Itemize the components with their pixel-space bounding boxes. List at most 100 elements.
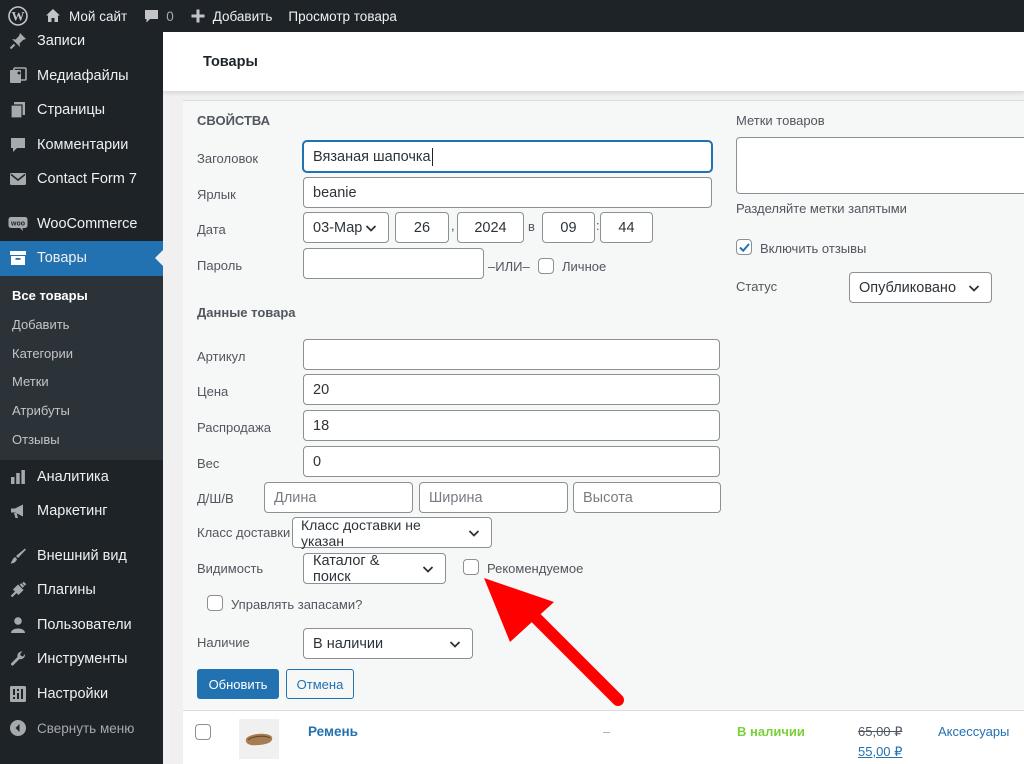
sidebar-item-plugins[interactable]: Плагины [0, 573, 163, 608]
product-tags-label: Метки товаров [736, 113, 825, 128]
view-product-label: Просмотр товара [288, 8, 397, 24]
update-button[interactable]: Обновить [197, 669, 279, 699]
cancel-button[interactable]: Отмена [286, 669, 354, 699]
sidebar-item-marketing[interactable]: Маркетинг [0, 494, 163, 529]
stock-status-select[interactable]: В наличии [303, 628, 473, 659]
sidebar-item-label: Страницы [37, 102, 106, 119]
sidebar-item-tools[interactable]: Инструменты [0, 642, 163, 677]
price-input[interactable]: 20 [303, 374, 720, 405]
submenu-all-products[interactable]: Все товары [0, 282, 163, 311]
shipping-class-value: Класс доставки не указан [301, 516, 421, 549]
status-label: Статус [736, 279, 778, 294]
length-input[interactable]: Длина [264, 482, 413, 513]
stock-status-value: В наличии [313, 635, 384, 652]
height-input[interactable]: Высота [573, 482, 721, 513]
shipping-class-select[interactable]: Класс доставки не указан [292, 516, 492, 549]
sidebar-item-label: WooCommerce [37, 215, 138, 232]
product-thumbnail[interactable] [239, 719, 279, 759]
sidebar-item-analytics[interactable]: Аналитика [0, 460, 163, 495]
submenu-attributes[interactable]: Атрибуты [0, 396, 163, 425]
site-name-link[interactable]: Мой сайт [36, 0, 135, 32]
stock-status-label: Наличие [197, 635, 250, 650]
visibility-select[interactable]: Каталог & поиск [303, 553, 446, 585]
slug-input[interactable]: beanie [303, 177, 712, 208]
sidebar-item-woocommerce[interactable]: woo WooCommerce [0, 207, 163, 242]
sidebar-item-label: Товары [37, 250, 87, 267]
sku-input[interactable] [303, 339, 720, 370]
mail-icon [8, 169, 28, 189]
enable-reviews-label: Включить отзывы [760, 241, 867, 256]
title-input[interactable]: Вязаная шапочка [303, 141, 712, 172]
height-placeholder: Высота [583, 489, 633, 506]
sku-label: Артикул [197, 349, 246, 364]
add-new-link[interactable]: Добавить [182, 0, 281, 32]
svg-text:W: W [12, 9, 25, 24]
product-name-link[interactable]: Ремень [308, 724, 358, 739]
date-hour-input[interactable]: 09 [542, 212, 595, 243]
sale-price-input[interactable]: 18 [303, 410, 720, 441]
archive-icon [8, 248, 28, 268]
add-new-label: Добавить [212, 8, 273, 24]
submenu-reviews[interactable]: Отзывы [0, 425, 163, 454]
width-placeholder: Ширина [429, 489, 483, 506]
date-year-input[interactable]: 2024 [457, 212, 524, 243]
sidebar-item-label: Внешний вид [37, 547, 127, 564]
date-label: Дата [197, 222, 226, 237]
collapse-menu-button[interactable]: Свернуть меню [0, 711, 163, 746]
date-day-input[interactable]: 26 [395, 212, 449, 243]
status-select[interactable]: Опубликовано [849, 272, 992, 303]
enable-reviews-checkbox[interactable] [736, 239, 752, 255]
dimensions-label: Д/Ш/В [197, 491, 234, 506]
collapse-menu-label: Свернуть меню [37, 720, 135, 736]
password-input[interactable] [303, 248, 484, 279]
product-category-link[interactable]: Аксессуары [938, 724, 1009, 739]
stock-status-badge: В наличии [737, 724, 805, 739]
sidebar-item-label: Медиафайлы [37, 67, 129, 84]
row-select-checkbox[interactable] [195, 724, 211, 740]
wordpress-logo-icon[interactable]: W [0, 0, 36, 32]
sidebar-item-products[interactable]: Товары [0, 241, 163, 276]
sidebar-item-contact-form[interactable]: Contact Form 7 [0, 162, 163, 197]
media-icon [8, 66, 28, 86]
submenu-add-new[interactable]: Добавить [0, 310, 163, 339]
wrench-icon [8, 649, 28, 669]
width-input[interactable]: Ширина [419, 482, 568, 513]
collapse-arrow-icon [8, 718, 28, 738]
sidebar-item-label: Пользователи [37, 616, 132, 633]
chevron-down-icon [422, 565, 434, 573]
product-sku: – [603, 724, 611, 739]
visibility-label: Видимость [197, 561, 264, 576]
sidebar-item-media[interactable]: Медиафайлы [0, 59, 163, 94]
slug-input-value: beanie [313, 184, 357, 201]
view-product-link[interactable]: Просмотр товара [280, 0, 405, 32]
submenu-categories[interactable]: Категории [0, 339, 163, 368]
date-year-value: 2024 [474, 219, 507, 236]
sidebar-item-appearance[interactable]: Внешний вид [0, 539, 163, 574]
product-tags-textarea[interactable] [736, 137, 1024, 194]
woo-icon: woo [8, 214, 28, 234]
sale-price-input-value: 18 [313, 417, 330, 434]
belt-image [245, 733, 273, 746]
sidebar-item-comments[interactable]: Комментарии [0, 128, 163, 163]
comment-bubble-icon [145, 9, 159, 22]
price-label: Цена [197, 384, 229, 399]
manage-stock-checkbox[interactable] [207, 595, 223, 611]
comments-link[interactable]: 0 [135, 0, 182, 32]
chevron-down-icon [449, 640, 461, 648]
sidebar-item-posts[interactable]: Записи [0, 32, 163, 59]
sidebar-item-settings[interactable]: Настройки [0, 677, 163, 712]
annotation-arrow-icon [484, 578, 624, 706]
chevron-down-icon [968, 284, 980, 292]
sidebar-item-users[interactable]: Пользователи [0, 608, 163, 643]
product-data-title: Данные товара [197, 305, 296, 320]
submenu-tags[interactable]: Метки [0, 368, 163, 397]
sidebar-item-label: Плагины [37, 582, 96, 599]
sidebar-item-pages[interactable]: Страницы [0, 93, 163, 128]
chart-icon [8, 467, 28, 487]
date-minute-input[interactable]: 44 [600, 212, 653, 243]
admin-sidebar: Записи Медиафайлы Страницы Комментарии C… [0, 32, 163, 764]
private-checkbox[interactable] [538, 258, 554, 274]
date-month-select[interactable]: 03-Мар [303, 212, 389, 243]
weight-input[interactable]: 0 [303, 446, 720, 477]
sidebar-item-label: Настройки [37, 685, 109, 702]
